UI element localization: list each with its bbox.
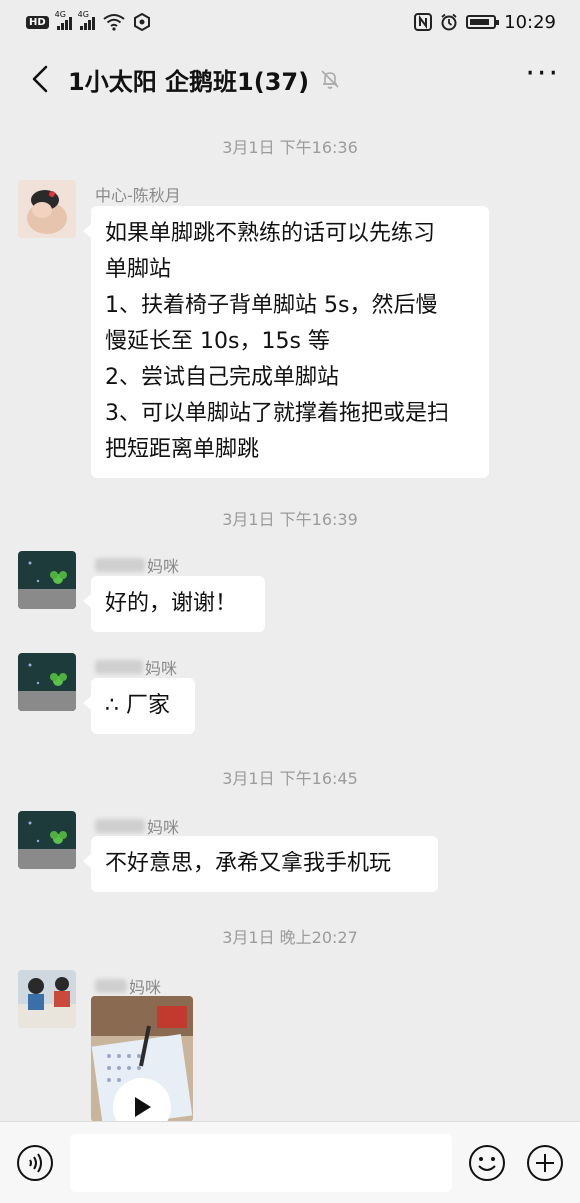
- timestamp: 3月1日 下午16:36: [222, 138, 358, 157]
- page-title: 1小太阳 企鹅班1(37): [68, 67, 310, 96]
- message-bubble[interactable]: 好的，谢谢！: [83, 576, 265, 632]
- status-right: 10:29: [414, 12, 556, 33]
- hd-badge: HD: [26, 15, 49, 29]
- signal-icon: 4G: [55, 10, 72, 30]
- battery-icon: [466, 15, 500, 29]
- nfc-icon: [414, 13, 433, 31]
- blurred-name: [95, 660, 143, 674]
- sender-label: 妈咪: [129, 978, 162, 997]
- signal-tag-2: 4G: [77, 10, 89, 19]
- message-line: 如果单脚跳不熟练的话可以先练习: [105, 221, 436, 246]
- bell-off-icon: [321, 70, 339, 89]
- message-line: 慢延长至 10s，15s 等: [105, 329, 330, 354]
- avatar[interactable]: [18, 811, 76, 869]
- message-bubble[interactable]: 不好意思，承希又拿我手机玩: [83, 836, 438, 892]
- blurred-name: [95, 979, 127, 993]
- blurred-name: [95, 819, 145, 833]
- status-left: HD 4G 4G: [26, 10, 151, 31]
- blurred-name: [95, 558, 145, 572]
- message-line: ∴ 厂家: [105, 693, 170, 718]
- alarm-icon: [441, 13, 457, 31]
- sender-name: 妈咪: [95, 553, 179, 577]
- sender-name: 妈咪: [95, 974, 161, 998]
- message-line: 好的，谢谢！: [105, 591, 238, 616]
- back-icon[interactable]: [20, 59, 60, 99]
- message-line: 不好意思，承希又拿我手机玩: [105, 851, 392, 876]
- timestamp: 3月1日 下午16:45: [222, 769, 358, 788]
- emoji-icon[interactable]: [468, 1144, 506, 1182]
- hotspot-icon: [133, 13, 150, 31]
- voice-icon[interactable]: [16, 1144, 54, 1182]
- message-line: 1、扶着椅子背单脚站 5s，然后慢: [105, 293, 438, 318]
- sender-name: 中心-陈秋月: [95, 182, 181, 206]
- sender-label: 妈咪: [147, 557, 180, 576]
- wifi-icon: [103, 14, 125, 31]
- message-line: 单脚站: [105, 257, 172, 282]
- input-bar: [0, 1121, 580, 1203]
- video-message[interactable]: [91, 996, 193, 1121]
- chat-area[interactable]: 3月1日 下午16:36 中心-陈秋月 如果单脚跳不熟练的话可以先练习 单脚站 …: [0, 114, 580, 1121]
- battery-fill: [470, 19, 490, 25]
- status-bar: HD 4G 4G 10:29: [0, 0, 580, 44]
- signal-icon-2: 4G: [78, 10, 95, 30]
- sender-label: 妈咪: [145, 659, 178, 678]
- plus-icon[interactable]: [526, 1144, 564, 1182]
- more-icon[interactable]: ···: [525, 59, 560, 99]
- avatar[interactable]: [18, 180, 76, 238]
- timestamp: 3月1日 晚上20:27: [222, 928, 358, 947]
- message-line: 把短距离单脚跳: [105, 437, 260, 462]
- avatar[interactable]: [18, 970, 76, 1028]
- timestamp: 3月1日 下午16:39: [222, 510, 358, 529]
- message-line: 3、可以单脚站了就撑着拖把或是扫: [105, 401, 449, 426]
- message-line: 2、尝试自己完成单脚站: [105, 365, 339, 390]
- sender-name: 妈咪: [95, 655, 177, 679]
- avatar[interactable]: [18, 653, 76, 711]
- message-bubble[interactable]: 如果单脚跳不熟练的话可以先练习 单脚站 1、扶着椅子背单脚站 5s，然后慢 慢延…: [83, 206, 489, 478]
- signal-tag: 4G: [54, 10, 66, 19]
- clock: 10:29: [504, 11, 556, 33]
- nav-bar: 1小太阳 企鹅班1(37) ···: [0, 44, 580, 114]
- sender-label: 中心-陈秋月: [95, 186, 181, 205]
- sender-name: 妈咪: [95, 814, 179, 838]
- avatar[interactable]: [18, 551, 76, 609]
- message-input[interactable]: [70, 1134, 452, 1192]
- sender-label: 妈咪: [147, 818, 180, 837]
- message-bubble[interactable]: ∴ 厂家: [83, 678, 195, 734]
